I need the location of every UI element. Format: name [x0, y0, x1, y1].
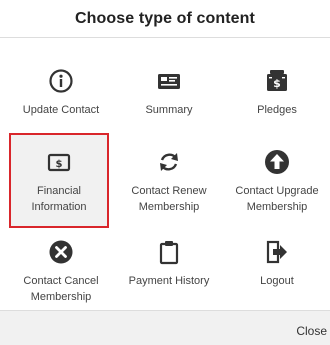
option-contact-cancel-membership[interactable]: Contact Cancel Membership [11, 239, 111, 305]
upgrade-arrow-icon [265, 150, 289, 174]
option-label: Logout [260, 275, 294, 287]
dialog-title: Choose type of content [75, 9, 255, 27]
option-label: Financial Information [31, 185, 87, 213]
option-contact-upgrade-membership[interactable]: Contact Upgrade Membership [227, 149, 327, 215]
option-label: Contact Upgrade Membership [235, 185, 319, 213]
option-logout[interactable]: Logout [227, 239, 327, 289]
choose-content-dialog: Choose type of content Update Contact Su… [0, 0, 330, 345]
option-payment-history[interactable]: Payment History [119, 239, 219, 289]
summary-card-icon [158, 74, 180, 89]
logout-icon [266, 240, 287, 264]
renew-icon [160, 153, 178, 171]
pledges-icon: $ [267, 70, 287, 91]
cancel-icon [49, 240, 73, 264]
svg-text:$: $ [273, 77, 281, 90]
option-label: Summary [145, 104, 193, 116]
info-icon [49, 69, 73, 93]
option-financial-information[interactable]: $ Financial Information [9, 133, 109, 228]
dollar-card-icon: $ [47, 153, 71, 172]
option-contact-renew-membership[interactable]: Contact Renew Membership [119, 149, 219, 215]
option-label: Pledges [257, 104, 297, 116]
svg-text:$: $ [56, 159, 63, 170]
dialog-footer: Close [0, 310, 330, 345]
option-label: Contact Cancel Membership [23, 275, 99, 303]
option-label: Payment History [128, 275, 210, 287]
option-label: Update Contact [22, 104, 100, 116]
close-button[interactable]: Close [296, 324, 327, 338]
clipboard-icon [159, 241, 179, 265]
dialog-header: Choose type of content [0, 0, 330, 38]
option-label: Contact Renew Membership [131, 185, 207, 213]
option-summary[interactable]: Summary [119, 68, 219, 118]
option-pledges[interactable]: $ Pledges [227, 68, 327, 118]
option-update-contact[interactable]: Update Contact [11, 68, 111, 118]
